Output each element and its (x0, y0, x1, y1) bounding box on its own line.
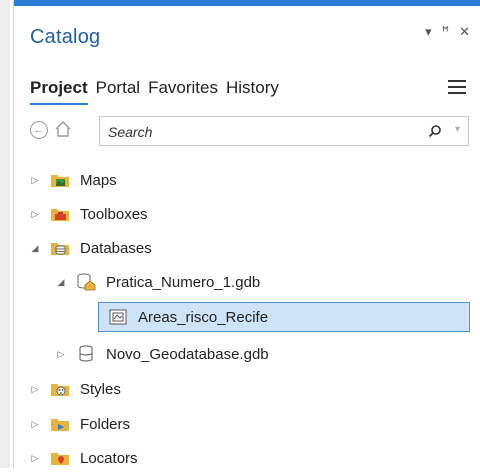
left-dock-strip (0, 0, 10, 468)
expand-caret-icon[interactable]: ▷ (28, 384, 42, 395)
tree-item-locators[interactable]: ▷ Locators (28, 443, 138, 473)
tab-project[interactable]: Project (30, 78, 88, 105)
toolbox-folder-icon (50, 205, 70, 223)
active-pane-indicator (14, 0, 480, 6)
pin-icon[interactable]: ꟸ (442, 24, 450, 40)
back-arrow-icon[interactable]: ← (30, 121, 48, 139)
catalog-tabs: Project Portal Favorites History (30, 78, 279, 105)
tab-history[interactable]: History (226, 78, 279, 105)
collapse-caret-icon[interactable]: ◢ (28, 243, 42, 254)
pane-title: Catalog (30, 26, 101, 48)
tree-item-label: Maps (80, 171, 117, 189)
tab-portal[interactable]: Portal (96, 78, 140, 105)
tree-item-databases[interactable]: ◢ Databases (28, 233, 152, 263)
expand-caret-icon[interactable]: ▷ (28, 175, 42, 186)
tree-item-toolboxes[interactable]: ▷ Toolboxes (28, 199, 148, 229)
tree-item-label: Pratica_Numero_1.gdb (106, 273, 261, 291)
folders-folder-icon (50, 415, 70, 433)
expand-caret-icon[interactable]: ▷ (54, 349, 68, 360)
tree-item-pratica-gdb[interactable]: ◢ Pratica_Numero_1.gdb (54, 267, 260, 297)
styles-folder-icon (50, 380, 70, 398)
tab-favorites[interactable]: Favorites (148, 78, 218, 105)
pane-divider[interactable] (13, 0, 14, 468)
tree-item-maps[interactable]: ▷ Maps (28, 165, 117, 195)
search-box: ▾ (99, 116, 469, 146)
search-options-chevron-icon[interactable]: ▾ (455, 124, 460, 135)
tree-item-label: Toolboxes (80, 205, 148, 223)
menu-icon[interactable] (448, 80, 466, 94)
tree-item-label: Novo_Geodatabase.gdb (106, 345, 269, 363)
home-icon[interactable] (54, 120, 72, 138)
pane-controls: ▾ ꟸ ✕ (425, 24, 470, 40)
geodatabase-home-icon (76, 273, 96, 291)
tree-item-label: Locators (80, 449, 138, 467)
expand-caret-icon[interactable]: ▷ (28, 209, 42, 220)
tree-item-label: Areas_risco_Recife (138, 308, 269, 326)
tree-item-label: Folders (80, 415, 131, 433)
collapse-caret-icon[interactable]: ◢ (54, 277, 68, 288)
expand-caret-icon[interactable]: ▷ (28, 419, 42, 430)
expand-caret-icon[interactable]: ▷ (28, 453, 42, 464)
search-input[interactable] (108, 122, 388, 142)
tree-item-areas-risco[interactable]: Areas_risco_Recife (108, 302, 268, 332)
tree-item-folders[interactable]: ▷ Folders (28, 409, 131, 439)
databases-folder-icon (50, 239, 70, 257)
tree-item-novo-gdb[interactable]: ▷ Novo_Geodatabase.gdb (54, 339, 269, 369)
geodatabase-icon (76, 345, 96, 363)
search-icon[interactable] (428, 124, 442, 138)
pane-options-icon[interactable]: ▾ (425, 24, 432, 40)
tree-item-label: Databases (80, 239, 152, 257)
tree-item-styles[interactable]: ▷ Styles (28, 374, 121, 404)
tree-item-label: Styles (80, 380, 121, 398)
feature-class-icon (108, 308, 128, 326)
maps-folder-icon (50, 171, 70, 189)
locators-folder-icon (50, 449, 70, 467)
close-icon[interactable]: ✕ (459, 24, 470, 40)
